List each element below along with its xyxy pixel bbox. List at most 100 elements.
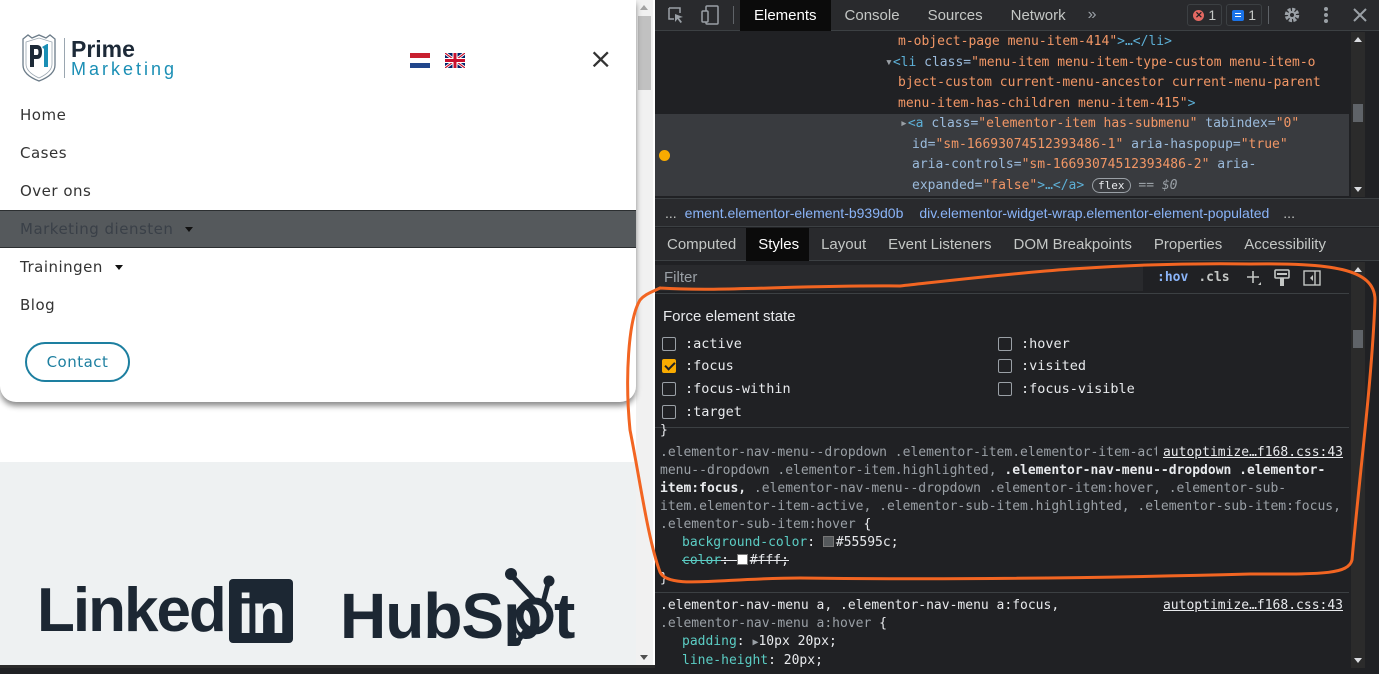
tab-layout[interactable]: Layout [809, 228, 876, 261]
tab-console[interactable]: Console [831, 0, 914, 31]
state-visited-checkbox[interactable]: :visited [998, 358, 1086, 374]
scroll-up-arrow-icon[interactable] [1354, 37, 1362, 42]
scroll-up-arrow-icon[interactable] [640, 5, 648, 10]
mobile-menu-panel: Prime Marketing × Home Cases Over ons Ma… [0, 0, 636, 402]
dom-node-li[interactable]: ▾<li class="menu-item menu-item-type-cus… [655, 53, 1349, 74]
checkbox[interactable] [662, 337, 676, 351]
tab-computed[interactable]: Computed [655, 228, 746, 261]
css-declaration[interactable]: background-color: #55595c; [660, 534, 1343, 552]
css-property-value[interactable]: 20px [784, 653, 815, 668]
styles-filter-input[interactable]: Filter [655, 264, 1143, 291]
close-devtools-button[interactable] [1343, 0, 1377, 31]
element-classes-button[interactable]: .cls [1198, 270, 1229, 285]
checkbox[interactable] [998, 382, 1012, 396]
page-scrollbar-thumb[interactable] [638, 16, 651, 90]
state-hover-checkbox[interactable]: :hover [998, 336, 1070, 352]
close-menu-icon[interactable]: × [589, 45, 612, 73]
error-count: 1 [1208, 7, 1217, 23]
css-rule[interactable]: autoptimize…f168.css:43 .elementor-nav-m… [655, 593, 1349, 674]
state-focus-visible-checkbox[interactable]: :focus-visible [998, 381, 1135, 397]
computed-sidebar-toggle-icon[interactable] [1302, 269, 1321, 286]
nav-item-home[interactable]: Home [0, 96, 636, 134]
nav-item-blog[interactable]: Blog [0, 286, 636, 324]
tab-dom-breakpoints[interactable]: DOM Breakpoints [1002, 228, 1142, 261]
css-property-name[interactable]: line-height [682, 653, 768, 668]
state-active-checkbox[interactable]: :active [662, 336, 742, 352]
checkbox[interactable] [662, 382, 676, 396]
breadcrumb-item[interactable]: ement.elementor-element-b939d0b [685, 205, 912, 221]
state-focus-within-checkbox[interactable]: :focus-within [662, 381, 791, 397]
dom-scrollbar-thumb[interactable] [1353, 104, 1363, 122]
breadcrumb-scroll-left[interactable]: ... [655, 205, 685, 221]
tab-network[interactable]: Network [997, 0, 1080, 31]
stylesheet-source-link[interactable]: autoptimize…f168.css:43 [1156, 597, 1343, 615]
scroll-up-arrow-icon[interactable] [1354, 267, 1362, 272]
messages-badge[interactable]: 1 [1226, 4, 1262, 26]
stylesheet-source-link[interactable]: autoptimize…f168.css:43 [1156, 444, 1343, 462]
errors-badge[interactable]: ✕ 1 [1187, 4, 1223, 26]
nav-item-trainingen[interactable]: Trainingen [0, 248, 636, 286]
flex-badge[interactable]: flex [1092, 177, 1131, 193]
checkbox[interactable] [662, 405, 676, 419]
settings-button[interactable] [1275, 0, 1309, 31]
new-style-rule-plus-icon[interactable] [1246, 270, 1262, 286]
css-property-name[interactable]: padding [682, 634, 737, 649]
color-swatch[interactable] [736, 554, 748, 565]
css-property-name[interactable]: background-color [682, 535, 807, 550]
breadcrumb-scroll-right[interactable]: ... [1277, 205, 1303, 221]
toggle-element-state-button[interactable]: :hov [1157, 270, 1188, 285]
tab-accessibility[interactable]: Accessibility [1232, 228, 1336, 261]
collapse-triangle-icon[interactable]: ▸ [900, 116, 908, 131]
tab-styles[interactable]: Styles [746, 227, 810, 261]
checkbox[interactable] [998, 337, 1012, 351]
css-property-value[interactable]: #55595c [836, 535, 891, 550]
css-rule[interactable]: autoptimize…f168.css:43 .elementor-nav-m… [655, 436, 1349, 593]
nav-item-cases[interactable]: Cases [0, 134, 636, 172]
dom-node[interactable]: m-object-page menu-item-414">…</li> [655, 32, 1349, 53]
submenu-caret-icon[interactable] [185, 226, 194, 232]
expand-triangle-icon[interactable]: ▾ [885, 55, 893, 70]
styles-filter-bar: Filter :hov .cls [655, 262, 1349, 294]
tab-event-listeners[interactable]: Event Listeners [876, 228, 1001, 261]
scroll-down-arrow-icon[interactable] [640, 655, 648, 660]
checkbox-checked[interactable] [662, 359, 676, 373]
state-target-checkbox[interactable]: :target [662, 404, 742, 420]
dom-node-a-selected[interactable]: ▸<a class="elementor-item has-submenu" t… [655, 114, 1349, 135]
css-property-value[interactable]: 10px 20px [758, 634, 828, 649]
dom-tag: > [1187, 95, 1196, 111]
dutch-flag-icon[interactable] [410, 53, 430, 68]
css-declaration[interactable]: line-height: 20px; [660, 652, 1343, 670]
page-scrollbar[interactable] [636, 0, 653, 665]
styles-scrollbar-thumb[interactable] [1353, 330, 1363, 348]
dom-tree-scrollbar[interactable] [1351, 32, 1365, 197]
paint-brush-icon[interactable] [1273, 268, 1290, 287]
styles-pane-scrollbar[interactable] [1351, 262, 1365, 668]
contact-button[interactable]: Contact [25, 342, 130, 382]
checkbox[interactable] [998, 359, 1012, 373]
css-declaration[interactable]: padding: ▶10px 20px; [660, 633, 1343, 652]
logo-wordmark: Prime Marketing [71, 38, 177, 79]
uk-flag-icon[interactable] [445, 53, 465, 68]
tab-sources[interactable]: Sources [914, 0, 997, 31]
css-property-value[interactable]: #fff [750, 553, 781, 568]
nav-item-marketing-diensten[interactable]: Marketing diensten [0, 210, 636, 248]
device-toolbar-button[interactable] [693, 0, 727, 31]
tab-properties[interactable]: Properties [1142, 228, 1232, 261]
color-swatch[interactable] [822, 536, 834, 547]
state-focus-checkbox[interactable]: :focus [662, 358, 734, 374]
dom-tag: >…</a> [1037, 177, 1085, 193]
css-property-name[interactable]: color [682, 553, 721, 568]
inspect-element-button[interactable] [659, 0, 693, 31]
force-state-title: Force element state [663, 308, 796, 325]
scroll-down-arrow-icon[interactable] [1354, 187, 1362, 192]
tab-elements[interactable]: Elements [740, 0, 831, 31]
scroll-down-arrow-icon[interactable] [1354, 658, 1362, 663]
prime-marketing-logo[interactable]: Prime Marketing [20, 33, 177, 83]
dom-attr-value: "menu-item menu-item-type-custom menu-it… [971, 54, 1316, 70]
more-tabs-button[interactable]: » [1080, 6, 1105, 24]
css-declaration-overridden[interactable]: color: #fff; [660, 552, 1343, 570]
breadcrumb-item[interactable]: div.elementor-widget-wrap.elementor-elem… [911, 205, 1277, 221]
nav-item-over-ons[interactable]: Over ons [0, 172, 636, 210]
submenu-caret-icon[interactable] [114, 264, 123, 270]
customize-menu-button[interactable] [1309, 0, 1343, 31]
